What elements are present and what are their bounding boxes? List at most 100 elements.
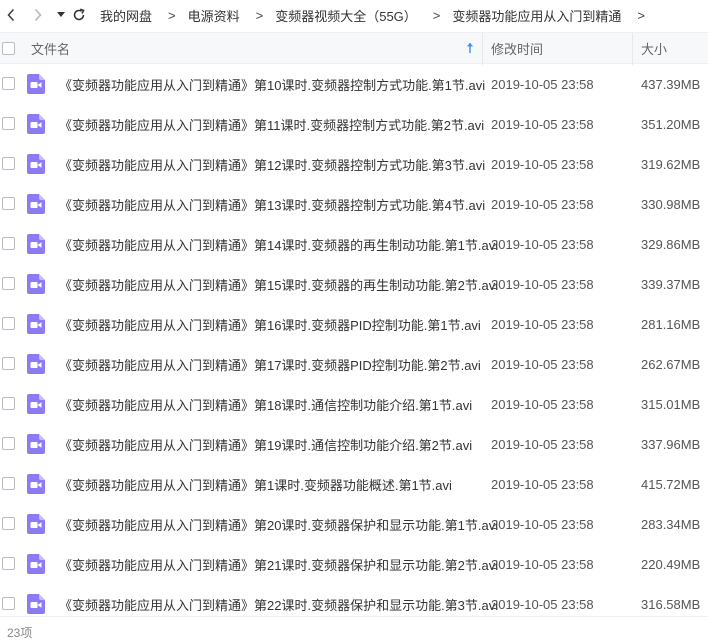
file-modified-time: 2019-10-05 23:58 xyxy=(491,196,594,212)
file-row[interactable]: 《变频器功能应用从入门到精通》第18课时.通信控制功能介绍.第1节.avi 201… xyxy=(0,384,708,424)
breadcrumb-item[interactable]: 电源资料 xyxy=(188,6,240,25)
video-file-icon xyxy=(27,354,45,374)
video-file-icon xyxy=(27,194,45,214)
breadcrumb-item[interactable]: 变频器功能应用从入门到精通 xyxy=(452,6,621,25)
file-name[interactable]: 《变频器功能应用从入门到精通》第14课时.变频器的再生制动功能.第1节.avi xyxy=(59,235,498,254)
breadcrumb-separator: > xyxy=(255,7,264,23)
file-modified-time: 2019-10-05 23:58 xyxy=(491,116,594,132)
column-header-size[interactable]: 大小 xyxy=(641,39,667,58)
row-checkbox[interactable] xyxy=(2,597,15,610)
file-name[interactable]: 《变频器功能应用从入门到精通》第20课时.变频器保护和显示功能.第1节.avi xyxy=(59,515,498,534)
video-file-icon xyxy=(27,394,45,414)
file-size: 437.39MB xyxy=(641,76,701,92)
file-name[interactable]: 《变频器功能应用从入门到精通》第15课时.变频器的再生制动功能.第2节.avi xyxy=(59,275,498,294)
file-size: 262.67MB xyxy=(641,356,701,372)
video-file-icon xyxy=(27,554,45,574)
row-checkbox[interactable] xyxy=(2,477,15,490)
row-checkbox[interactable] xyxy=(2,157,15,170)
column-header-modified-time[interactable]: 修改时间 xyxy=(491,39,543,58)
file-name[interactable]: 《变频器功能应用从入门到精通》第12课时.变频器控制方式功能.第3节.avi xyxy=(59,155,485,174)
file-modified-time: 2019-10-05 23:58 xyxy=(491,516,594,532)
file-size: 330.98MB xyxy=(641,196,701,212)
navigation-bar: 我的网盘 > 电源资料 > 变频器视频大全（55G） > 变频器功能应用从入门到… xyxy=(0,0,708,30)
file-name[interactable]: 《变频器功能应用从入门到精通》第17课时.变频器PID控制功能.第2节.avi xyxy=(59,355,481,374)
breadcrumb-separator: > xyxy=(637,7,645,23)
file-modified-time: 2019-10-05 23:58 xyxy=(491,316,594,332)
file-list: 《变频器功能应用从入门到精通》第10课时.变频器控制方式功能.第1节.avi 20… xyxy=(0,64,708,616)
file-row[interactable]: 《变频器功能应用从入门到精通》第19课时.通信控制功能介绍.第2节.avi 201… xyxy=(0,424,708,464)
file-row[interactable]: 《变频器功能应用从入门到精通》第10课时.变频器控制方式功能.第1节.avi 20… xyxy=(0,64,708,104)
file-modified-time: 2019-10-05 23:58 xyxy=(491,76,594,92)
file-name[interactable]: 《变频器功能应用从入门到精通》第13课时.变频器控制方式功能.第4节.avi xyxy=(59,195,485,214)
file-name[interactable]: 《变频器功能应用从入门到精通》第10课时.变频器控制方式功能.第1节.avi xyxy=(59,75,485,94)
file-row[interactable]: 《变频器功能应用从入门到精通》第17课时.变频器PID控制功能.第2节.avi 2… xyxy=(0,344,708,384)
breadcrumb-separator: > xyxy=(432,7,441,23)
row-checkbox[interactable] xyxy=(2,517,15,530)
file-name[interactable]: 《变频器功能应用从入门到精通》第18课时.通信控制功能介绍.第1节.avi xyxy=(59,395,472,414)
file-size: 315.01MB xyxy=(641,396,701,412)
select-all-checkbox[interactable] xyxy=(2,42,15,55)
file-row[interactable]: 《变频器功能应用从入门到精通》第14课时.变频器的再生制动功能.第1节.avi 2… xyxy=(0,224,708,264)
file-list-header: 文件名 修改时间 大小 xyxy=(0,32,708,65)
file-name[interactable]: 《变频器功能应用从入门到精通》第1课时.变频器功能概述.第1节.avi xyxy=(59,475,452,494)
file-size: 319.62MB xyxy=(641,156,701,172)
file-size: 220.49MB xyxy=(641,556,701,572)
file-row[interactable]: 《变频器功能应用从入门到精通》第21课时.变频器保护和显示功能.第2节.avi 2… xyxy=(0,544,708,584)
row-checkbox[interactable] xyxy=(2,557,15,570)
row-checkbox[interactable] xyxy=(2,277,15,290)
chevron-left-icon xyxy=(7,8,15,22)
file-row[interactable]: 《变频器功能应用从入门到精通》第13课时.变频器控制方式功能.第4节.avi 20… xyxy=(0,184,708,224)
video-file-icon xyxy=(27,154,45,174)
file-name[interactable]: 《变频器功能应用从入门到精通》第16课时.变频器PID控制功能.第1节.avi xyxy=(59,315,481,334)
file-name[interactable]: 《变频器功能应用从入门到精通》第21课时.变频器保护和显示功能.第2节.avi xyxy=(59,555,498,574)
file-modified-time: 2019-10-05 23:58 xyxy=(491,596,594,612)
file-row[interactable]: 《变频器功能应用从入门到精通》第1课时.变频器功能概述.第1节.avi 2019-… xyxy=(0,464,708,504)
column-header-name[interactable]: 文件名 xyxy=(31,39,70,58)
file-modified-time: 2019-10-05 23:58 xyxy=(491,236,594,252)
file-size: 283.34MB xyxy=(641,516,701,532)
file-modified-time: 2019-10-05 23:58 xyxy=(491,436,594,452)
chevron-right-icon xyxy=(34,8,42,22)
row-checkbox[interactable] xyxy=(2,317,15,330)
row-checkbox[interactable] xyxy=(2,77,15,90)
file-size: 351.20MB xyxy=(641,116,701,132)
video-file-icon xyxy=(27,514,45,534)
row-checkbox[interactable] xyxy=(2,437,15,450)
file-modified-time: 2019-10-05 23:58 xyxy=(491,356,594,372)
row-checkbox[interactable] xyxy=(2,357,15,370)
video-file-icon xyxy=(27,594,45,614)
video-file-icon xyxy=(27,314,45,334)
file-size: 329.86MB xyxy=(641,236,701,252)
row-checkbox[interactable] xyxy=(2,397,15,410)
file-name[interactable]: 《变频器功能应用从入门到精通》第19课时.通信控制功能介绍.第2节.avi xyxy=(59,435,472,454)
file-name[interactable]: 《变频器功能应用从入门到精通》第11课时.变频器控制方式功能.第2节.avi xyxy=(59,115,484,134)
video-file-icon xyxy=(27,234,45,254)
row-checkbox[interactable] xyxy=(2,117,15,130)
back-button[interactable] xyxy=(0,0,22,30)
history-dropdown-button[interactable] xyxy=(54,0,68,30)
breadcrumb-item[interactable]: 我的网盘 xyxy=(100,6,152,25)
item-count: 23项 xyxy=(7,626,33,640)
file-row[interactable]: 《变频器功能应用从入门到精通》第16课时.变频器PID控制功能.第1节.avi 2… xyxy=(0,304,708,344)
file-row[interactable]: 《变频器功能应用从入门到精通》第15课时.变频器的再生制动功能.第2节.avi 2… xyxy=(0,264,708,304)
sort-up-arrow-icon[interactable] xyxy=(466,42,474,54)
file-row[interactable]: 《变频器功能应用从入门到精通》第12课时.变频器控制方式功能.第3节.avi 20… xyxy=(0,144,708,184)
file-modified-time: 2019-10-05 23:58 xyxy=(491,556,594,572)
column-divider[interactable] xyxy=(632,33,633,65)
video-file-icon xyxy=(27,274,45,294)
file-modified-time: 2019-10-05 23:58 xyxy=(491,396,594,412)
row-checkbox[interactable] xyxy=(2,237,15,250)
file-row[interactable]: 《变频器功能应用从入门到精通》第11课时.变频器控制方式功能.第2节.avi 20… xyxy=(0,104,708,144)
column-divider[interactable] xyxy=(482,33,483,65)
breadcrumb-item[interactable]: 变频器视频大全（55G） xyxy=(275,6,417,25)
refresh-icon xyxy=(73,8,85,21)
refresh-button[interactable] xyxy=(68,0,90,30)
forward-button[interactable] xyxy=(22,0,54,30)
file-row[interactable]: 《变频器功能应用从入门到精通》第22课时.变频器保护和显示功能.第3节.avi 2… xyxy=(0,584,708,616)
video-file-icon xyxy=(27,74,45,94)
file-modified-time: 2019-10-05 23:58 xyxy=(491,476,594,492)
file-row[interactable]: 《变频器功能应用从入门到精通》第20课时.变频器保护和显示功能.第1节.avi 2… xyxy=(0,504,708,544)
row-checkbox[interactable] xyxy=(2,197,15,210)
file-name[interactable]: 《变频器功能应用从入门到精通》第22课时.变频器保护和显示功能.第3节.avi xyxy=(59,595,498,614)
video-file-icon xyxy=(27,434,45,454)
